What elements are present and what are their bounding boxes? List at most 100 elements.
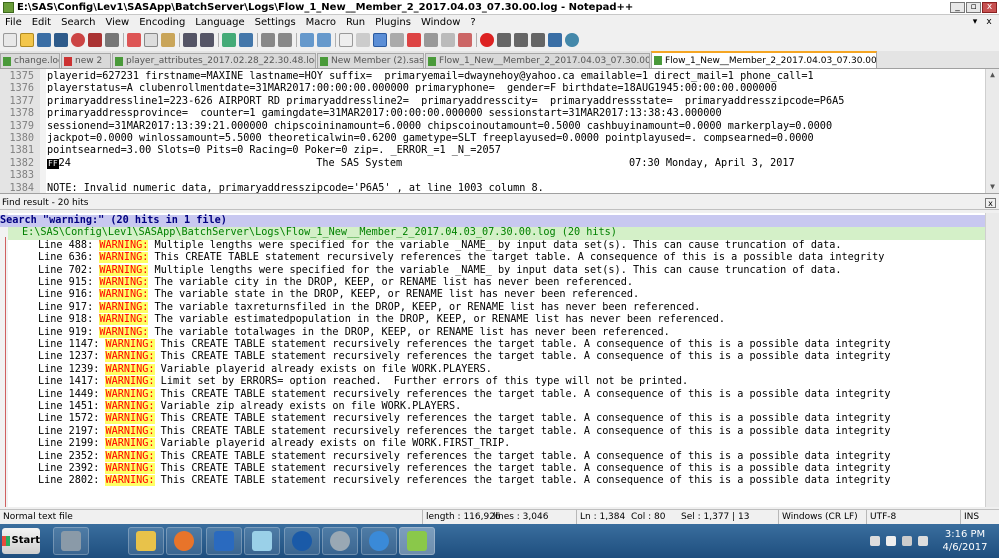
hit-line[interactable]: Line 2199: WARNING: Variable playerid al… xyxy=(38,438,510,450)
zoom-out-icon[interactable] xyxy=(278,33,292,47)
hit-line[interactable]: Line 1239: WARNING: Variable playerid al… xyxy=(38,363,492,376)
document-map-icon[interactable] xyxy=(407,33,421,47)
save-macro-icon[interactable] xyxy=(548,33,562,47)
hit-line[interactable]: Line 2802: WARNING: This CREATE TABLE st… xyxy=(38,475,891,487)
hit-line[interactable]: Line 915: WARNING: The variable city in … xyxy=(38,277,633,289)
hit-line[interactable]: Line 918: WARNING: The variable estimate… xyxy=(38,314,725,326)
undo-icon[interactable] xyxy=(183,33,197,47)
sas-taskbar-icon[interactable] xyxy=(284,527,320,555)
hit-line[interactable]: Line 917: WARNING: The variable taxretur… xyxy=(38,301,700,314)
editor-pane[interactable]: 1375 playerid=627231 firstname=MAXINE las… xyxy=(0,69,999,194)
show-hidden-icons-icon[interactable] xyxy=(870,536,880,546)
function-list-icon[interactable] xyxy=(424,33,438,47)
server-manager-taskbar-icon[interactable] xyxy=(53,527,89,555)
menu-file[interactable]: File xyxy=(0,17,27,28)
menu-view[interactable]: View xyxy=(100,17,134,28)
run-macro-multiple-icon[interactable] xyxy=(531,33,545,47)
search-file-line[interactable]: E:\SAS\Config\Lev1\SASApp\BatchServer\Lo… xyxy=(8,227,999,240)
hit-line[interactable]: Line 2392: WARNING: This CREATE TABLE st… xyxy=(38,463,891,475)
taskbar-clock[interactable]: 3:16 PM 4/6/2017 xyxy=(932,528,998,554)
hit-line[interactable]: Line 702: WARNING: Multiple lengths were… xyxy=(38,264,842,277)
word-wrap-icon[interactable] xyxy=(339,33,353,47)
sync-vertical-icon[interactable] xyxy=(300,33,314,47)
show-all-characters-icon[interactable] xyxy=(356,33,370,47)
folder-workspace-icon[interactable] xyxy=(441,33,455,47)
open-file-icon[interactable] xyxy=(20,33,34,47)
menu-edit[interactable]: Edit xyxy=(27,17,56,28)
zoom-in-icon[interactable] xyxy=(261,33,275,47)
tab-change-log[interactable]: change.log xyxy=(0,53,60,68)
hit-line[interactable]: Line 1417: WARNING: Limit set by ERRORS=… xyxy=(38,376,688,388)
close-all-icon[interactable] xyxy=(88,33,102,47)
hit-line[interactable]: Line 636: WARNING: This CREATE TABLE sta… xyxy=(38,252,884,264)
menu-run[interactable]: Run xyxy=(341,17,370,28)
notepad-plus-plus-taskbar-icon[interactable] xyxy=(399,527,435,555)
hit-line[interactable]: Line 1451: WARNING: Variable zip already… xyxy=(38,401,461,413)
action-center-flag-icon[interactable] xyxy=(886,536,896,546)
replace-icon[interactable] xyxy=(239,33,253,47)
hit-line[interactable]: Line 2197: WARNING: This CREATE TABLE st… xyxy=(38,425,891,438)
menu-encoding[interactable]: Encoding xyxy=(134,17,190,28)
editor-vertical-scrollbar[interactable]: ▲ ▼ xyxy=(985,69,999,193)
close-button[interactable]: x xyxy=(982,1,997,13)
find-icon[interactable] xyxy=(222,33,236,47)
scroll-down-arrow-icon[interactable]: ▼ xyxy=(986,181,999,193)
hit-line[interactable]: Line 1572: WARNING: This CREATE TABLE st… xyxy=(38,413,891,425)
menu-window[interactable]: Window xyxy=(416,17,465,28)
stop-recording-icon[interactable] xyxy=(497,33,511,47)
file-explorer-taskbar-icon[interactable] xyxy=(128,527,164,555)
menu-search[interactable]: Search xyxy=(56,17,100,28)
hit-line[interactable]: Line 1237: WARNING: This CREATE TABLE st… xyxy=(38,351,891,363)
user-defined-language-icon[interactable] xyxy=(390,33,404,47)
sas-enterprise-guide-taskbar-icon[interactable] xyxy=(206,527,242,555)
menu-plugins[interactable]: Plugins xyxy=(370,17,416,28)
minimize-button[interactable]: _ xyxy=(950,1,965,13)
find-panel-close-button[interactable]: x xyxy=(985,198,996,208)
monitoring-icon[interactable] xyxy=(458,33,472,47)
hit-line[interactable]: Line 1147: WARNING: This CREATE TABLE st… xyxy=(38,339,891,351)
menu-language[interactable]: Language xyxy=(190,17,249,28)
doc-minimize-button[interactable]: ▾ xyxy=(969,17,981,28)
search-summary-line[interactable]: Search "warning:" (20 hits in 1 file) xyxy=(0,215,999,228)
hit-line[interactable]: Line 916: WARNING: The variable state in… xyxy=(38,289,639,301)
find-result-panel[interactable]: Search "warning:" (20 hits in 1 file) E:… xyxy=(0,213,999,507)
start-button[interactable]: Start xyxy=(2,528,40,554)
network-icon[interactable] xyxy=(902,536,912,546)
record-macro-icon[interactable] xyxy=(480,33,494,47)
hit-line[interactable]: Line 1449: WARNING: This CREATE TABLE st… xyxy=(38,388,891,401)
new-file-icon[interactable] xyxy=(3,33,17,47)
menu-help[interactable]: ? xyxy=(465,17,480,28)
firefox-taskbar-icon[interactable] xyxy=(166,527,202,555)
spell-check-icon[interactable] xyxy=(565,33,579,47)
sync-horizontal-icon[interactable] xyxy=(317,33,331,47)
indent-guide-icon[interactable] xyxy=(373,33,387,47)
copy-icon[interactable] xyxy=(144,33,158,47)
paste-icon[interactable] xyxy=(161,33,175,47)
save-icon[interactable] xyxy=(37,33,51,47)
hit-line[interactable]: Line 919: WARNING: The variable totalwag… xyxy=(38,326,670,339)
save-all-icon[interactable] xyxy=(54,33,68,47)
menu-macro[interactable]: Macro xyxy=(301,17,341,28)
tab-flow-log-1[interactable]: Flow_1_New__Member_2_2017.04.03_07.30.00… xyxy=(425,53,650,68)
scroll-up-arrow-icon[interactable]: ▲ xyxy=(986,69,999,81)
cut-icon[interactable] xyxy=(127,33,141,47)
hit-line[interactable]: Line 488: WARNING: Multiple lengths were… xyxy=(38,239,842,252)
print-icon[interactable] xyxy=(105,33,119,47)
tab-new-member-sas[interactable]: New Member (2).sas xyxy=(317,53,424,68)
redo-icon[interactable] xyxy=(200,33,214,47)
hit-line[interactable]: Line 2352: WARNING: This CREATE TABLE st… xyxy=(38,450,891,463)
restore-button[interactable]: ▫ xyxy=(966,1,981,13)
find-vertical-scrollbar[interactable] xyxy=(985,213,999,507)
settings-taskbar-icon[interactable] xyxy=(322,527,358,555)
volume-icon[interactable] xyxy=(918,536,928,546)
notepad-taskbar-icon[interactable] xyxy=(244,527,280,555)
doc-close-button[interactable]: x xyxy=(983,17,995,28)
tab-flow-log-2-active[interactable]: Flow_1_New__Member_2_2017.04.03_07.30.00… xyxy=(651,51,877,68)
tab-player-attributes-log[interactable]: player_attributes_2017.02.28_22.30.48.lo… xyxy=(112,53,316,68)
tab-new-2[interactable]: new 2 xyxy=(61,53,111,68)
close-file-icon[interactable] xyxy=(71,33,85,47)
internet-explorer-taskbar-icon[interactable] xyxy=(361,527,397,555)
menu-settings[interactable]: Settings xyxy=(250,17,301,28)
playback-macro-icon[interactable] xyxy=(514,33,528,47)
document-tabs: change.log new 2 player_attributes_2017.… xyxy=(0,51,999,69)
